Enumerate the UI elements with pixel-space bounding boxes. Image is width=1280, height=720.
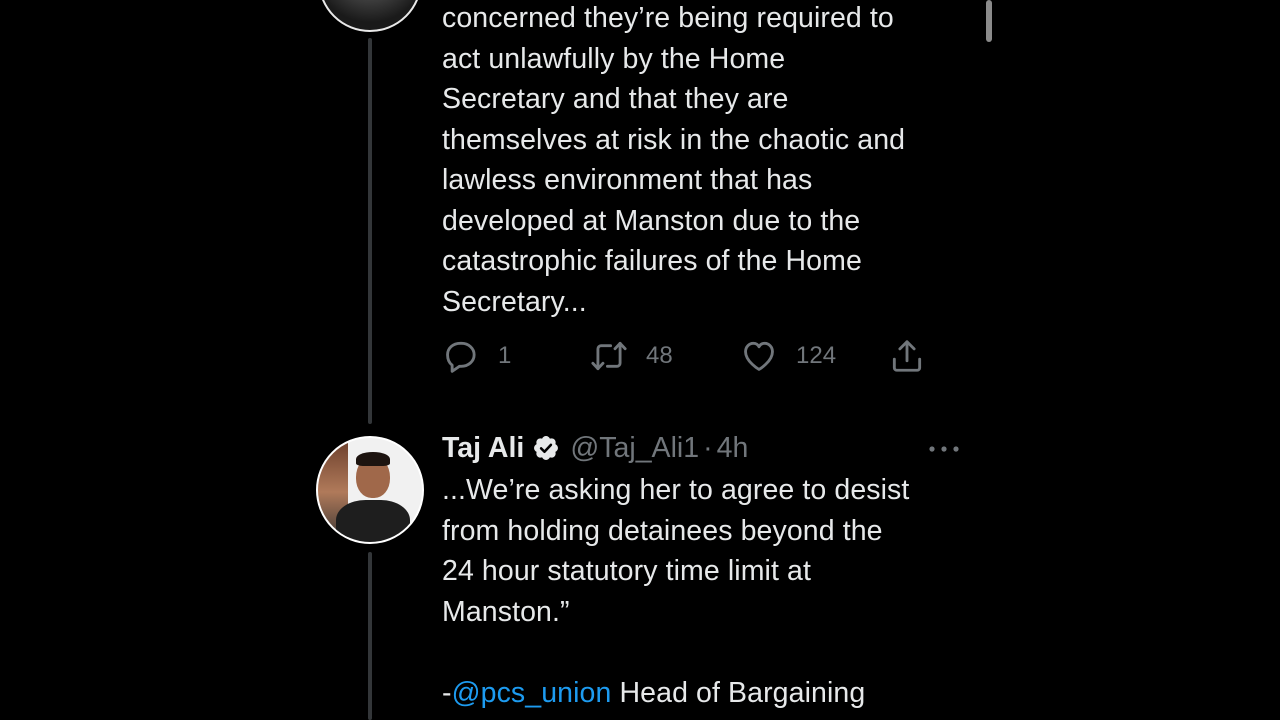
previous-tweet-avatar[interactable] <box>318 0 422 32</box>
thread-connector-line <box>368 552 372 720</box>
author-handle[interactable]: @Taj_Ali1 <box>570 432 699 465</box>
retweet-icon <box>591 341 627 371</box>
tweet-action-bar: 1 48 124 <box>442 334 962 378</box>
tweet-text-line: Secretary... <box>442 285 587 318</box>
author-avatar[interactable] <box>316 436 424 544</box>
tweet-text-line: catastrophic failures of the Home <box>442 245 862 277</box>
more-options-icon <box>929 446 959 452</box>
reply-count: 1 <box>498 342 512 369</box>
tweet-text-line: Manston.” <box>442 595 570 628</box>
previous-tweet-text: concerned they’re being required to act … <box>442 0 982 322</box>
reply-button[interactable]: 1 <box>442 334 511 378</box>
tweet-text-line: from holding detainees beyond the <box>442 514 883 547</box>
avatar-shirt <box>336 500 410 542</box>
retweet-count: 48 <box>646 342 673 369</box>
like-button[interactable]: 124 <box>740 334 836 378</box>
tweet-text-line: ...We’re asking her to agree to desist <box>442 474 910 506</box>
share-button[interactable] <box>888 334 926 378</box>
tweet-text-line: act unlawfully by the Home <box>442 42 786 75</box>
tweet-text-line: -@pcs_union Head of Bargaining <box>442 673 982 714</box>
tweet-text-line: 24 hour statutory time limit at <box>442 555 811 587</box>
share-icon <box>892 340 922 372</box>
retweet-button[interactable]: 48 <box>590 334 673 378</box>
thread-connector-line <box>368 38 372 424</box>
tweet-text-line: developed at Manston due to the <box>442 204 861 237</box>
avatar-hair <box>356 452 390 466</box>
like-count: 124 <box>796 342 837 369</box>
mention-suffix: Head of Bargaining <box>611 676 866 709</box>
tweet-text-line: themselves at risk in the chaotic and <box>442 123 906 156</box>
scrollbar[interactable] <box>986 0 992 42</box>
dash-prefix: - <box>442 676 452 709</box>
avatar-decoration <box>360 22 384 28</box>
verified-badge-icon <box>534 436 559 460</box>
tweet-text-line: Secretary and that they are <box>442 83 789 115</box>
tweet-text: ...We’re asking her to agree to desist f… <box>442 470 982 713</box>
tweet-text-line: lawless environment that has <box>442 164 813 196</box>
tweet-text-line: concerned they’re being required to <box>442 2 894 34</box>
reply-icon <box>446 341 476 373</box>
more-options-button[interactable] <box>924 434 964 464</box>
tweet-text-line <box>442 632 982 673</box>
tweet-header: Taj Ali @Taj_Ali1 · 4h <box>442 428 748 468</box>
timeline-screen: concerned they’re being required to act … <box>0 0 1280 720</box>
tweet-timestamp[interactable]: 4h <box>717 432 749 465</box>
header-separator: · <box>703 431 713 464</box>
heart-icon <box>744 341 774 371</box>
author-name[interactable]: Taj Ali <box>442 432 524 465</box>
mention-link[interactable]: @pcs_union <box>452 677 612 709</box>
